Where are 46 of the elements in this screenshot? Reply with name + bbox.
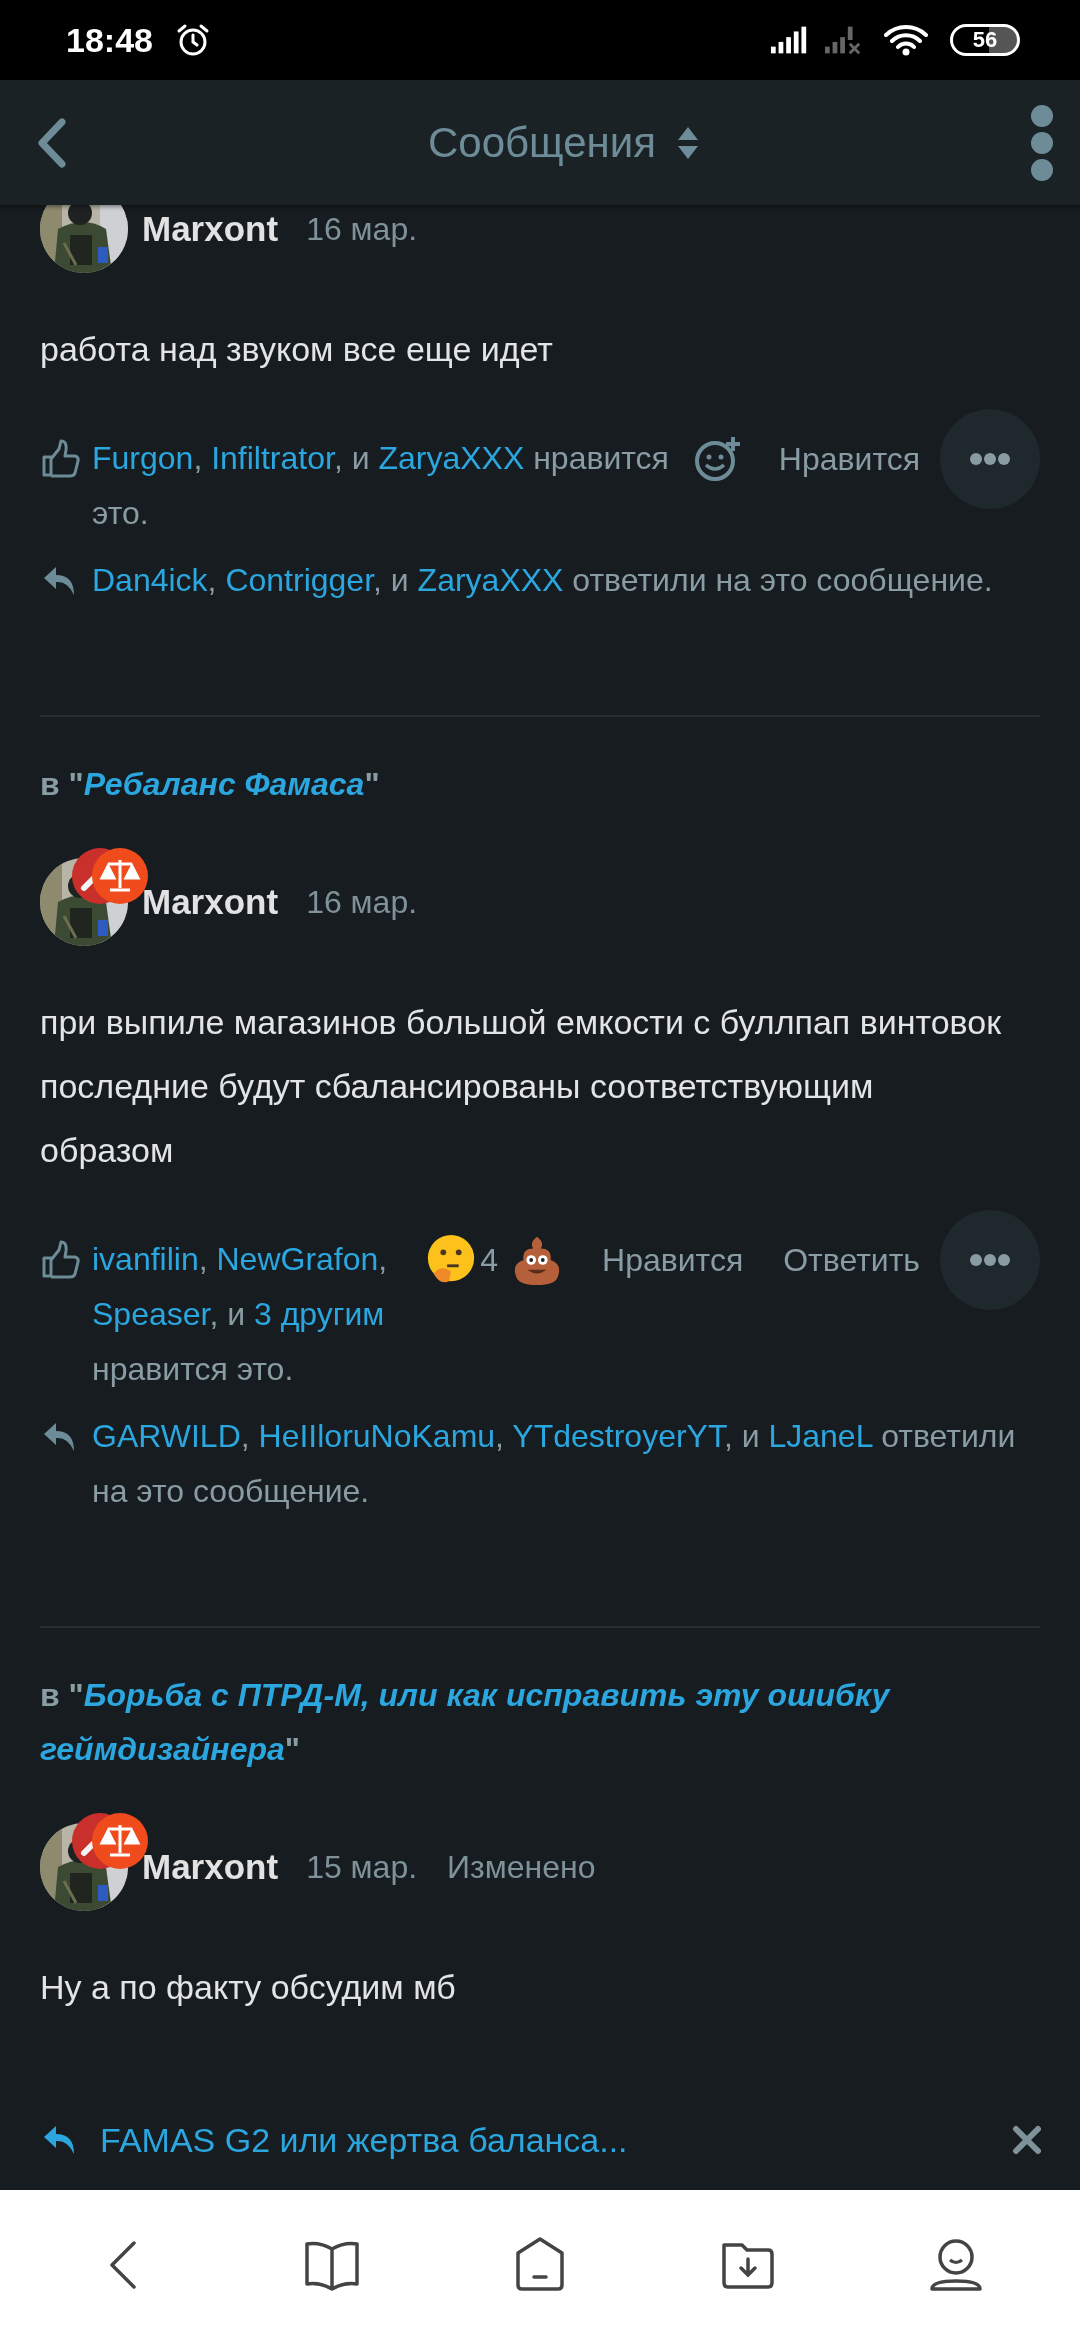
like-button[interactable]: Нравится	[582, 1220, 764, 1300]
author-name[interactable]: Marxont	[142, 211, 279, 247]
user-link[interactable]: ZaryaXXX	[378, 440, 525, 476]
like-button[interactable]: Нравится	[758, 419, 940, 499]
thumbs-up-icon	[40, 1240, 80, 1280]
wifi-icon	[884, 24, 928, 56]
post-text: при выпиле магазинов большой емкости с буллпап винтовок последние будут сбалансированы соответствующим образом	[40, 1002, 1003, 1171]
user-link[interactable]: NewGrafon	[216, 1241, 379, 1277]
post-text: Ну а по факту обсудим мб	[40, 1967, 457, 2008]
user-link[interactable]: LJaneL	[768, 1418, 873, 1454]
quoted-thread-link[interactable]: FAMAS G2 или жертва баланса...	[100, 2120, 992, 2160]
user-link[interactable]: Infiltrator	[211, 440, 334, 476]
user-link[interactable]: Dan4ick	[92, 562, 208, 598]
post-text: работа над звуком все еще идет	[40, 329, 554, 370]
user-link[interactable]: ZaryaXXX	[417, 562, 564, 598]
edited-label: Изменено	[447, 1848, 596, 1886]
user-link[interactable]: 3 другим	[253, 1296, 385, 1332]
sort-dropdown[interactable]: Сообщения	[418, 112, 710, 173]
likes-text: ivanfilin, NewGrafon, Speaser, и 3 другим нравится это.	[92, 1240, 389, 1389]
user-link[interactable]: YTdestroyerYT	[512, 1418, 724, 1454]
status-time: 18:48	[66, 20, 153, 60]
replies-text: GARWILD, HeIIloruNoKamu, YTdestroyerYT, и LJaneL ответили на это сообщение.	[92, 1417, 1017, 1511]
post-date[interactable]: 16 мар.	[306, 883, 418, 921]
more-icon	[1030, 103, 1054, 182]
battery-indicator: 56	[950, 24, 1020, 56]
more-icon	[970, 1254, 1010, 1266]
reply-button[interactable]: Ответить	[763, 1220, 940, 1300]
thumbs-up-icon	[40, 439, 80, 479]
reaction-count: 4	[480, 1241, 498, 1279]
thread-link[interactable]: в "Ребаланс Фамаса"	[40, 757, 1040, 811]
user-link[interactable]: Speaser	[92, 1296, 210, 1332]
add-reaction-icon[interactable]	[692, 435, 741, 483]
more-icon	[970, 453, 1010, 465]
post-date[interactable]: 15 мар.	[306, 1848, 418, 1886]
user-link[interactable]: ivanfilin	[92, 1241, 199, 1277]
user-link[interactable]: Contrigger	[225, 562, 374, 598]
user-link[interactable]: HeIIloruNoKamu	[258, 1418, 496, 1454]
replies-text: Dan4ick, Contrigger, и ZaryaXXX ответили на это сообщение.	[92, 561, 994, 600]
user-link[interactable]: Furgon	[92, 440, 194, 476]
author-name[interactable]: Marxont	[142, 884, 279, 920]
user-link[interactable]: GARWILD	[92, 1418, 241, 1454]
post-date[interactable]: 16 мар.	[306, 210, 418, 248]
likes-text: Furgon, Infiltrator, и ZaryaXXX нравится это.	[92, 439, 670, 533]
author-name[interactable]: Marxont	[142, 1849, 279, 1885]
thread-link[interactable]: в "Борьба с ПТРД-М, или как исправить эту ошибку геймдизайнера"	[40, 1668, 1040, 1776]
close-icon[interactable]	[1012, 2125, 1042, 2155]
